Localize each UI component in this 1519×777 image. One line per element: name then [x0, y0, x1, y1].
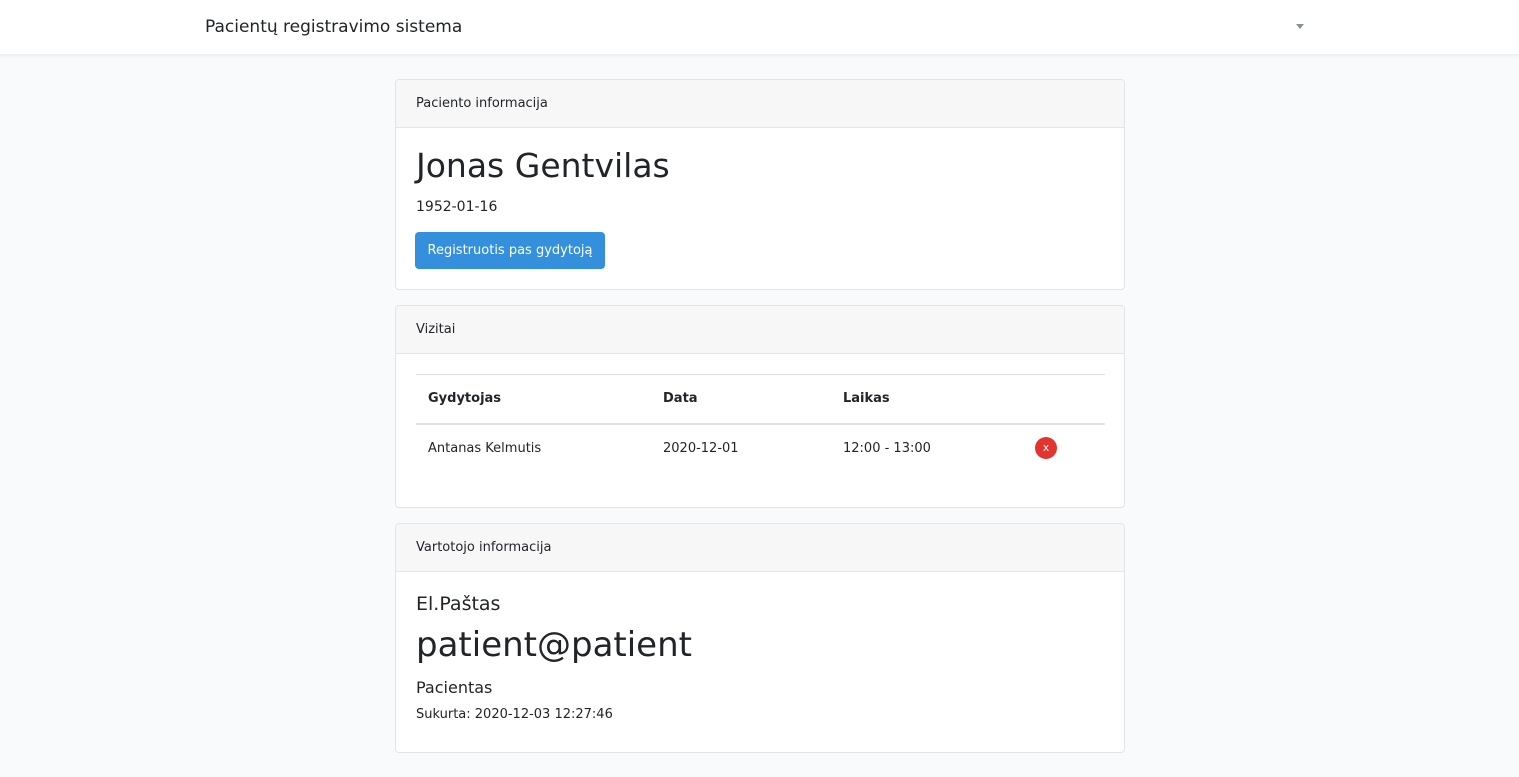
visits-card: Vizitai Gydytojas Data Laikas Antanas Ke… [395, 305, 1125, 508]
visit-actions: x [1023, 424, 1105, 472]
column-header-time: Laikas [831, 374, 1023, 425]
column-header-doctor: Gydytojas [416, 374, 651, 425]
user-info-header: Vartotojo informacija [396, 524, 1124, 572]
patient-info-card: Paciento informacija Jonas Gentvilas 195… [395, 79, 1125, 290]
visits-table: Gydytojas Data Laikas Antanas Kelmutis 2… [416, 374, 1105, 472]
table-row: Antanas Kelmutis 2020-12-01 12:00 - 13:0… [416, 424, 1105, 472]
caret-down-icon[interactable] [1296, 24, 1304, 29]
patient-name: Jonas Gentvilas [416, 146, 670, 185]
visit-time: 12:00 - 13:00 [843, 440, 931, 456]
top-navbar: Pacientų registravimo sistema [0, 0, 1519, 55]
visit-date: 2020-12-01 [663, 440, 739, 456]
email-label: El.Paštas [416, 593, 501, 615]
app-brand[interactable]: Pacientų registravimo sistema [205, 17, 462, 37]
patient-info-header: Paciento informacija [396, 80, 1124, 128]
delete-visit-button[interactable]: x [1035, 437, 1057, 459]
patient-birth-date: 1952-01-16 [416, 199, 498, 215]
column-header-actions [1023, 374, 1105, 425]
visits-header: Vizitai [396, 306, 1124, 354]
table-header-row: Gydytojas Data Laikas [416, 374, 1105, 425]
visit-doctor: Antanas Kelmutis [428, 440, 542, 456]
email-value: patient@patient [416, 625, 692, 665]
column-header-date: Data [651, 374, 831, 425]
user-info-card: Vartotojo informacija El.Paštas patient@… [395, 523, 1125, 753]
user-role: Pacientas [416, 678, 493, 697]
register-to-doctor-button[interactable]: Registruotis pas gydytoją [415, 232, 605, 269]
created-timestamp: Sukurta: 2020-12-03 12:27:46 [416, 707, 613, 722]
